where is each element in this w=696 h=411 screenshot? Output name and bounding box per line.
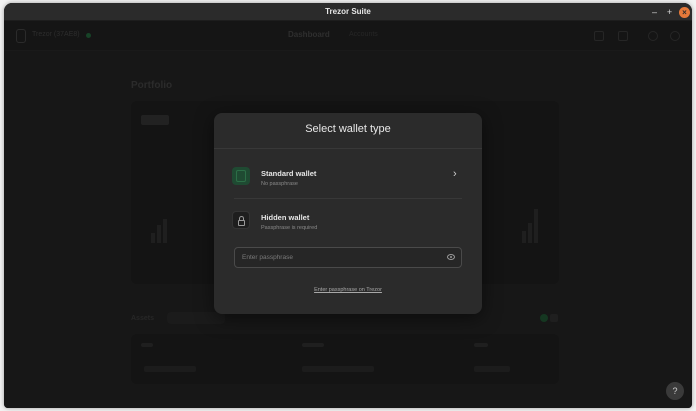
passphrase-input[interactable] — [234, 247, 462, 268]
app-window: Trezor Suite – + × Trezor (37AE8) Dashbo… — [4, 3, 692, 408]
select-wallet-modal: Select wallet type Standard wallet No pa… — [214, 113, 482, 314]
hidden-wallet-title: Hidden wallet — [261, 213, 310, 222]
option-divider — [234, 198, 462, 199]
standard-wallet-option[interactable]: Standard wallet No passphrase › — [230, 160, 466, 198]
app-content: Trezor (37AE8) Dashboard Accounts Portfo… — [4, 21, 692, 408]
hidden-wallet-option[interactable]: Hidden wallet Passphrase is required — [230, 204, 466, 242]
modal-divider — [214, 148, 482, 149]
title-bar: Trezor Suite – + × — [4, 3, 692, 21]
eye-icon[interactable] — [447, 254, 455, 260]
maximize-button[interactable]: + — [664, 7, 675, 18]
lock-icon — [232, 211, 250, 229]
chevron-right-icon: › — [453, 168, 457, 180]
window-title: Trezor Suite — [325, 7, 371, 16]
standard-wallet-title: Standard wallet — [261, 169, 317, 178]
standard-wallet-subtitle: No passphrase — [261, 181, 298, 187]
close-button[interactable]: × — [679, 7, 690, 18]
modal-title: Select wallet type — [305, 123, 391, 135]
help-button[interactable]: ? — [666, 382, 684, 400]
minimize-button[interactable]: – — [649, 7, 660, 18]
hidden-wallet-subtitle: Passphrase is required — [261, 225, 318, 231]
wallet-icon — [232, 167, 250, 185]
enter-on-trezor-link[interactable]: Enter passphrase on Trezor — [214, 287, 482, 293]
